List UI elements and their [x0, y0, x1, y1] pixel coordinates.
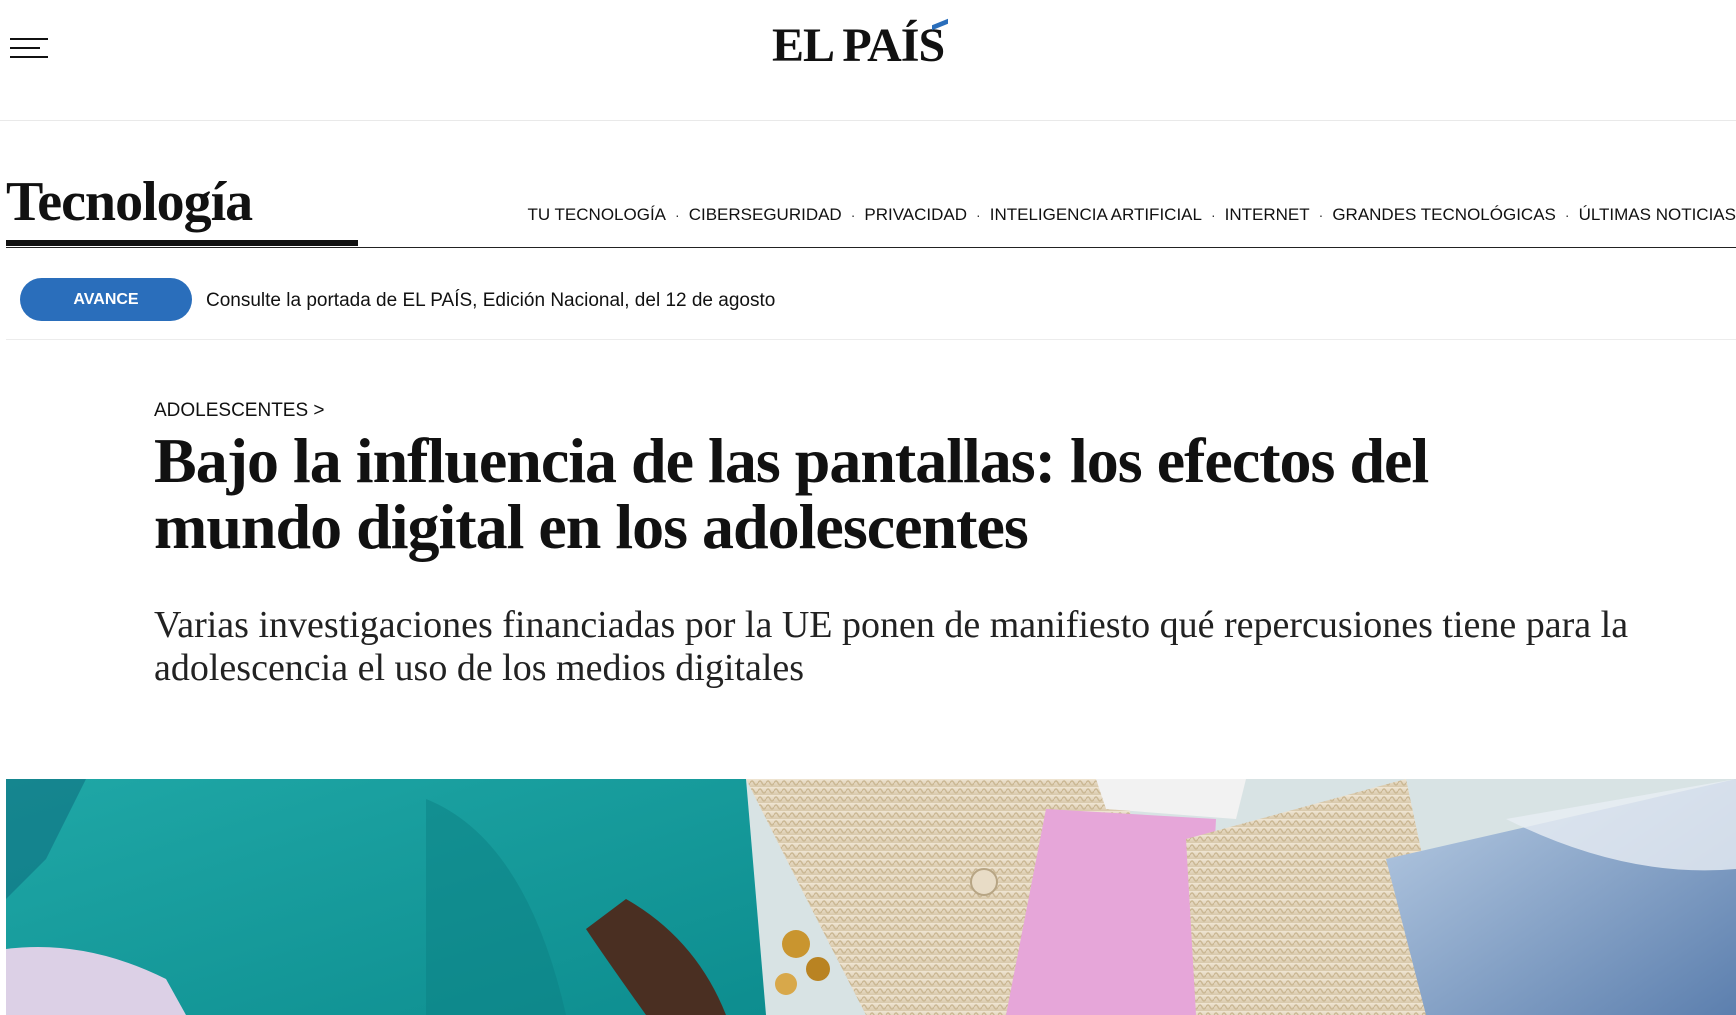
subnav-separator: ·	[675, 207, 680, 223]
avance-badge[interactable]: AVANCE	[20, 278, 192, 321]
section-title[interactable]: Tecnología	[6, 170, 253, 234]
menu-line	[10, 56, 48, 58]
subnav-item-privacidad[interactable]: PRIVACIDAD	[864, 205, 967, 225]
subnav-separator: ·	[850, 207, 856, 223]
section-header: Tecnología TU TECNOLOGÍA · CIBERSEGURIDA…	[6, 122, 1736, 248]
site-logo[interactable]: EL PAÍS	[772, 18, 972, 74]
subnav-separator: ·	[1564, 207, 1570, 223]
subnav-item-tu-tecnologia[interactable]: TU TECNOLOGÍA	[527, 205, 666, 225]
subnav-item-grandes-tecnologicas[interactable]: GRANDES TECNOLÓGICAS	[1332, 205, 1556, 225]
article-headline: Bajo la influencia de las pantallas: los…	[154, 425, 1429, 562]
article-kicker[interactable]: ADOLESCENTES >	[154, 400, 325, 422]
hero-photo-illustration	[6, 779, 1736, 1015]
section-divider	[6, 247, 1736, 248]
article-subtitle: Varias investigaciones financiadas por l…	[154, 604, 1629, 689]
site-header: EL PAÍS	[0, 0, 1736, 121]
logo-text: EL PAÍS	[772, 19, 945, 72]
hamburger-menu-icon[interactable]	[8, 36, 50, 64]
avance-bar: AVANCE Consulte la portada de EL PAÍS, E…	[6, 250, 1736, 340]
subnav-separator: ·	[1318, 207, 1324, 223]
subnav-item-internet[interactable]: INTERNET	[1225, 205, 1310, 225]
subnav-separator: ·	[1210, 207, 1216, 223]
subnav-item-ultimas-noticias[interactable]: ÚLTIMAS NOTICIAS	[1579, 205, 1736, 225]
menu-line	[10, 47, 40, 49]
avance-link[interactable]: Consulte la portada de EL PAÍS, Edición …	[206, 290, 775, 312]
subnav-item-inteligencia-artificial[interactable]: INTELIGENCIA ARTIFICIAL	[990, 205, 1202, 225]
subnav-separator: ·	[976, 207, 981, 223]
menu-line	[10, 38, 48, 40]
hero-image	[6, 779, 1736, 1015]
section-title-underline	[6, 240, 358, 246]
section-subnav: TU TECNOLOGÍA · CIBERSEGURIDAD · PRIVACI…	[527, 205, 1736, 225]
subnav-item-ciberseguridad[interactable]: CIBERSEGURIDAD	[689, 205, 842, 225]
